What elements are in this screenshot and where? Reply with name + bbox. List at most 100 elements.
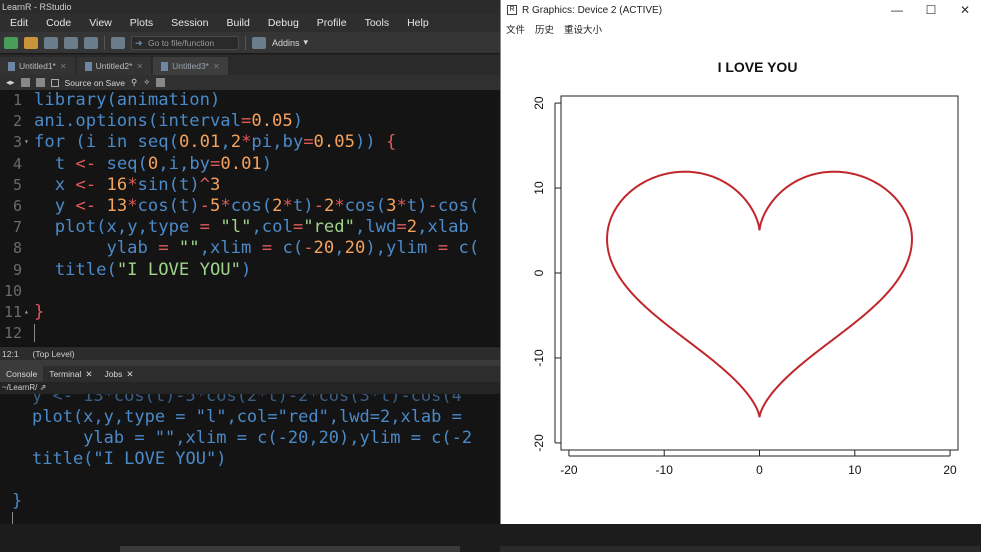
tab-jobs[interactable]: Jobs ✕ xyxy=(98,366,139,382)
code-line[interactable]: } xyxy=(34,302,44,322)
menu-build[interactable]: Build xyxy=(216,17,257,29)
console-tabs: Console Terminal ✕ Jobs ✕ xyxy=(0,366,500,382)
addins-button[interactable]: Addins ▾ xyxy=(272,37,308,48)
line-number: 12 xyxy=(3,324,22,343)
document-icon xyxy=(161,61,169,71)
line-number: 8 xyxy=(12,239,22,258)
close-icon[interactable]: ✕ xyxy=(126,369,133,380)
cursor-position: 12:1 xyxy=(2,348,19,359)
tab-untitled1[interactable]: Untitled1* ✕ xyxy=(0,57,75,75)
menu-session[interactable]: Session xyxy=(161,17,216,29)
heart-plot: I LOVE YOU -20 -10 0 10 20 -20 -10 0 10 20 xyxy=(532,59,959,477)
menu-help[interactable]: Help xyxy=(397,17,437,29)
code-line[interactable]: ylab = "",xlim = c(-20,20),ylim = c( xyxy=(34,238,479,258)
tab-label: Untitled3* xyxy=(172,61,209,71)
line-number: 10 xyxy=(3,281,22,300)
print-icon[interactable] xyxy=(111,36,125,49)
back-arrow-icon[interactable]: ◂▸ xyxy=(6,77,15,88)
code-line[interactable]: t <- seq(0,i,by=0.01) xyxy=(34,154,272,174)
menu-history[interactable]: 历史 xyxy=(535,22,554,36)
line-number: 5 xyxy=(12,175,22,194)
save-icon[interactable] xyxy=(35,78,45,87)
console-line: title("I LOVE YOU") xyxy=(32,449,227,469)
menu-plots[interactable]: Plots xyxy=(120,17,161,29)
toolbar-divider xyxy=(245,35,246,50)
r-graphics-window: R R Graphics: Device 2 (ACTIVE) — ☐ ✕ 文件… xyxy=(500,0,981,524)
tab-untitled2[interactable]: Untitled2* ✕ xyxy=(76,57,152,75)
menu-file[interactable]: 文件 xyxy=(506,22,525,36)
heart-series-line xyxy=(606,170,913,418)
line-number: 11 xyxy=(3,303,22,321)
goto-file-input[interactable]: Go to file/function xyxy=(131,35,239,50)
x-tick-label: 0 xyxy=(756,463,763,477)
grid-icon[interactable] xyxy=(252,36,266,49)
text-cursor xyxy=(34,324,35,343)
arrow-icon[interactable]: ⇗ xyxy=(40,383,47,392)
code-line[interactable]: plot(x,y,type = "l",col="red",lwd=2,xlab xyxy=(34,217,469,237)
fold-marker-icon[interactable]: ▴ xyxy=(24,307,29,316)
console-line: plot(x,y,type = "l",col="red",lwd=2,xlab… xyxy=(32,407,462,427)
compile-report-icon[interactable] xyxy=(156,78,166,87)
graphics-scroll-track[interactable] xyxy=(500,546,980,552)
tab-label: Console xyxy=(6,369,38,379)
menu-profile[interactable]: Profile xyxy=(307,17,355,29)
y-tick-label: -20 xyxy=(532,434,546,452)
code-editor[interactable]: 1 2 3 4 5 6 7 8 9 10 11 12 ▾ ▴ library(animation) ani.… xyxy=(0,90,500,346)
source-on-save-label: Source on Save xyxy=(64,77,126,88)
menu-tools[interactable]: Tools xyxy=(355,17,398,29)
addins-label: Addins xyxy=(272,37,300,48)
minimize-button[interactable]: — xyxy=(880,0,914,20)
menu-edit[interactable]: Edit xyxy=(0,17,36,29)
editor-tabs: Untitled1* ✕ Untitled2* ✕ Untitled3* ✕ xyxy=(0,55,500,75)
fold-marker-icon[interactable]: ▾ xyxy=(24,137,29,146)
tab-terminal[interactable]: Terminal ✕ xyxy=(43,366,98,382)
plot-box xyxy=(560,95,959,451)
main-toolbar: Go to file/function Addins▾ xyxy=(0,32,500,54)
code-line[interactable]: x <- 16*sin(t)^3 xyxy=(34,175,221,195)
open-project-icon[interactable] xyxy=(24,36,38,49)
wand-icon[interactable]: ✧ xyxy=(143,77,150,88)
x-tick-label: 10 xyxy=(848,463,862,477)
save-icon[interactable] xyxy=(64,36,78,49)
toolbar-divider xyxy=(104,35,105,50)
code-line[interactable]: title("I LOVE YOU") xyxy=(34,260,252,280)
tab-console[interactable]: Console xyxy=(0,366,44,382)
close-icon[interactable]: ✕ xyxy=(136,62,143,71)
tab-untitled3[interactable]: Untitled3* ✕ xyxy=(153,57,228,75)
code-line[interactable]: ani.options(interval=0.05) xyxy=(34,111,303,131)
editor-toolbar: ◂▸ Source on Save ⚲ ✧ xyxy=(0,75,500,90)
taskbar-strip xyxy=(0,524,981,552)
y-tick-label: 0 xyxy=(532,269,546,276)
save-all-icon[interactable] xyxy=(84,36,98,49)
menu-view[interactable]: View xyxy=(79,17,120,29)
menu-bar: Edit Code View Plots Session Build Debug… xyxy=(0,14,500,32)
code-line[interactable]: for (i in seq(0.01,2*pi,by=0.05)) { xyxy=(34,132,396,152)
scroll-track[interactable] xyxy=(120,546,460,552)
open-file-icon[interactable] xyxy=(44,36,58,49)
code-line[interactable]: y <- 13*cos(t)-5*cos(2*t)-2*cos(3*t)-cos… xyxy=(34,196,480,216)
maximize-button[interactable]: ☐ xyxy=(914,0,948,20)
console-path-text: ~/LearnR/ xyxy=(2,383,38,392)
new-file-icon[interactable] xyxy=(4,36,18,49)
close-button[interactable]: ✕ xyxy=(948,0,981,20)
r-icon: R xyxy=(507,5,517,15)
close-icon[interactable]: ✕ xyxy=(85,369,92,380)
line-number: 7 xyxy=(12,218,22,237)
window-controls: — ☐ ✕ xyxy=(880,0,981,20)
plot-canvas: I LOVE YOU -20 -10 0 10 20 -20 -10 0 10 20 xyxy=(501,38,981,524)
show-in-window-icon[interactable] xyxy=(20,78,30,87)
menu-resize[interactable]: 重设大小 xyxy=(564,22,602,36)
scope-indicator[interactable]: (Top Level) xyxy=(33,349,75,359)
close-icon[interactable]: ✕ xyxy=(60,62,67,71)
rstudio-titlebar: LearnR - RStudio xyxy=(0,0,500,14)
source-on-save-checkbox[interactable] xyxy=(50,78,59,87)
code-line[interactable]: library(animation) xyxy=(34,90,220,110)
x-tick-label: -20 xyxy=(560,463,578,477)
search-icon[interactable]: ⚲ xyxy=(131,77,137,88)
line-number: 4 xyxy=(12,154,22,173)
close-icon[interactable]: ✕ xyxy=(213,62,220,71)
chevron-down-icon: ▾ xyxy=(303,37,309,47)
menu-debug[interactable]: Debug xyxy=(258,17,307,29)
menu-code[interactable]: Code xyxy=(36,17,79,29)
y-tick-label: 20 xyxy=(532,96,546,110)
